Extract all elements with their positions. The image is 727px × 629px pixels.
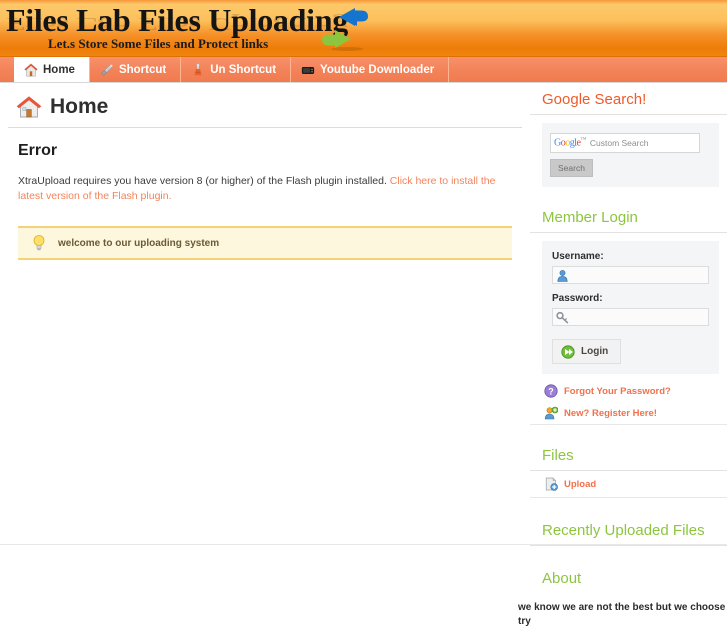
tab-shortcut[interactable]: Shortcut bbox=[90, 57, 182, 82]
google-search-button[interactable]: Search bbox=[550, 159, 593, 177]
tab-un-shortcut[interactable]: Un Shortcut bbox=[181, 57, 292, 82]
user-icon bbox=[556, 269, 569, 282]
tab-youtube-downloader-label: Youtube Downloader bbox=[320, 63, 435, 76]
welcome-notice-text: welcome to our uploading system bbox=[58, 237, 220, 249]
sidebar-section-about: About we know we are not the best but we… bbox=[518, 562, 727, 629]
register-label: New? Register Here! bbox=[564, 407, 657, 419]
tab-youtube-downloader[interactable]: Youtube Downloader bbox=[291, 57, 450, 82]
house-icon bbox=[24, 63, 38, 77]
sidebar-section-recently-uploaded: Recently Uploaded Files bbox=[530, 514, 727, 546]
question-icon: ? bbox=[544, 384, 558, 398]
google-search-box: Google™ Custom Search Search bbox=[542, 123, 719, 187]
body-wrapper: Home Error XtraUpload requires you have … bbox=[0, 83, 727, 629]
key-icon bbox=[556, 311, 569, 324]
about-text: we know we are not the best but we choos… bbox=[518, 593, 727, 629]
error-block: Error XtraUpload requires you have versi… bbox=[8, 128, 522, 204]
username-input[interactable] bbox=[569, 268, 708, 282]
google-search-title: Google Search! bbox=[530, 83, 727, 115]
upload-label: Upload bbox=[564, 478, 597, 490]
username-field[interactable] bbox=[552, 266, 709, 284]
login-button-label: Login bbox=[581, 346, 609, 357]
tab-shortcut-label: Shortcut bbox=[118, 63, 167, 76]
member-login-title: Member Login bbox=[530, 201, 727, 233]
sidebar-section-member-login: Member Login Username: Password: Login ?… bbox=[530, 201, 727, 425]
svg-text:?: ? bbox=[548, 386, 554, 396]
tv-icon bbox=[301, 63, 315, 77]
recently-uploaded-title: Recently Uploaded Files bbox=[530, 514, 727, 546]
upload-file-icon bbox=[544, 477, 558, 491]
sync-arrows-icon bbox=[317, 4, 373, 52]
forgot-password-link[interactable]: ? Forgot Your Password? bbox=[530, 380, 727, 402]
password-field[interactable] bbox=[552, 308, 709, 326]
page-header: Home bbox=[8, 93, 522, 128]
site-tagline: Let.s Store Some Files and Protect links bbox=[48, 36, 269, 51]
tab-home-label: Home bbox=[43, 63, 75, 76]
add-user-icon bbox=[544, 406, 559, 420]
site-title: Files Lab Files Uploading bbox=[6, 2, 348, 38]
sidebar-section-files: Files Upload bbox=[530, 439, 727, 498]
main-navigation-tabs: Home Shortcut Un Shortcut Youtube Downlo… bbox=[0, 57, 727, 83]
welcome-notice: welcome to our uploading system bbox=[18, 226, 512, 260]
main-content: Home Error XtraUpload requires you have … bbox=[0, 83, 530, 545]
upload-link[interactable]: Upload bbox=[530, 471, 727, 498]
error-message: XtraUpload requires you have version 8 (… bbox=[18, 174, 512, 204]
password-label: Password: bbox=[552, 293, 603, 304]
files-title: Files bbox=[530, 439, 727, 471]
about-text-line2: try bbox=[518, 616, 531, 627]
sidebar: Google Search! Google™ Custom Search Sea… bbox=[518, 83, 727, 629]
house-icon bbox=[16, 95, 42, 119]
page-root: Files Lab Files Uploading Files Lab File… bbox=[0, 0, 727, 629]
lightbulb-icon bbox=[32, 234, 46, 252]
password-input[interactable] bbox=[569, 310, 708, 324]
about-text-line1: we know we are not the best but we choos… bbox=[518, 602, 727, 613]
google-logo: Google™ bbox=[554, 137, 586, 149]
error-heading: Error bbox=[18, 142, 58, 159]
error-message-text: XtraUpload requires you have version 8 (… bbox=[18, 175, 390, 187]
green-arrow-icon bbox=[561, 345, 575, 359]
google-search-placeholder: Custom Search bbox=[589, 138, 649, 148]
username-label: Username: bbox=[552, 251, 604, 262]
tab-un-shortcut-label: Un Shortcut bbox=[210, 63, 277, 76]
broom-icon bbox=[191, 63, 205, 77]
forgot-password-label: Forgot Your Password? bbox=[564, 385, 671, 397]
sidebar-section-google-search: Google Search! Google™ Custom Search Sea… bbox=[530, 83, 727, 187]
site-header: Files Lab Files Uploading Files Lab File… bbox=[0, 0, 727, 57]
trademark-glyph: ™ bbox=[580, 137, 586, 144]
google-search-input[interactable]: Google™ Custom Search bbox=[550, 133, 700, 153]
login-button[interactable]: Login bbox=[552, 339, 622, 364]
page-title: Home bbox=[50, 95, 109, 118]
about-title: About bbox=[542, 570, 582, 587]
screwdriver-icon bbox=[100, 63, 114, 77]
tab-home[interactable]: Home bbox=[14, 57, 90, 82]
login-form: Username: Password: Login bbox=[542, 241, 719, 374]
register-link[interactable]: New? Register Here! bbox=[530, 402, 727, 425]
